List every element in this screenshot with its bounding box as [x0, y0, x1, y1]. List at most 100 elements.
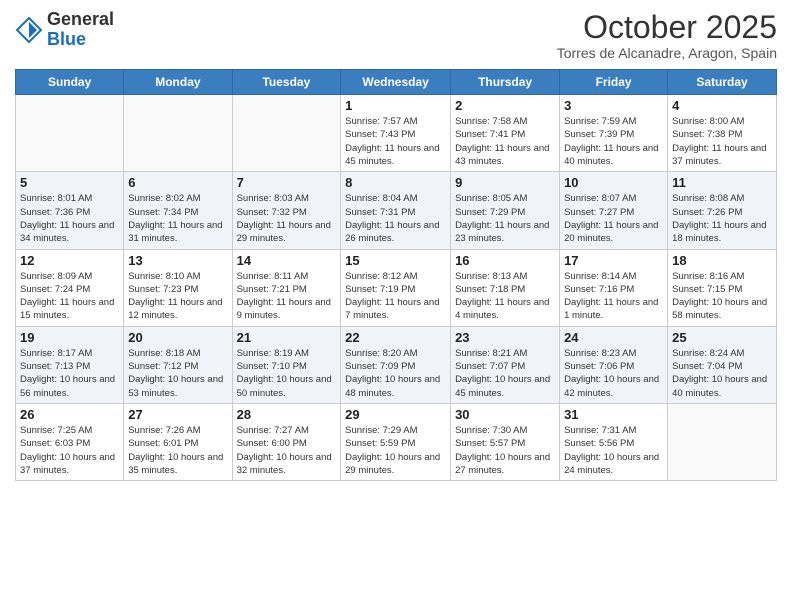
- day-info: Sunrise: 8:21 AM Sunset: 7:07 PM Dayligh…: [455, 347, 555, 400]
- day-number: 15: [345, 253, 446, 268]
- calendar-cell: 26Sunrise: 7:25 AM Sunset: 6:03 PM Dayli…: [16, 403, 124, 480]
- logo-text: General Blue: [47, 10, 114, 50]
- logo-blue: Blue: [47, 30, 114, 50]
- calendar-cell: 12 Sunrise: 8:09 AM Sunset: 7:24 PM Dayli…: [16, 249, 124, 326]
- day-number: 13: [128, 253, 227, 268]
- weekday-monday: Monday: [124, 70, 232, 95]
- day-number: 7: [237, 175, 337, 190]
- weekday-wednesday: Wednesday: [341, 70, 451, 95]
- calendar-cell: 9 Sunrise: 8:05 AM Sunset: 7:29 PM Daylig…: [451, 172, 560, 249]
- day-info: Sunrise: 7:30 AM Sunset: 5:57 PM Dayligh…: [455, 424, 555, 477]
- day-info: Sunrise: 7:59 AM Sunset: 7:39 PM Dayligh…: [564, 115, 663, 168]
- calendar: SundayMondayTuesdayWednesdayThursdayFrid…: [15, 69, 777, 481]
- day-info: Sunrise: 8:10 AM Sunset: 7:23 PM Dayligh…: [128, 270, 227, 323]
- day-number: 27: [128, 407, 227, 422]
- day-info: Sunrise: 8:01 AM Sunset: 7:36 PM Dayligh…: [20, 192, 119, 245]
- calendar-cell: 16 Sunrise: 8:13 AM Sunset: 7:18 PM Dayli…: [451, 249, 560, 326]
- day-info: Sunrise: 8:24 AM Sunset: 7:04 PM Dayligh…: [672, 347, 772, 400]
- day-info: Sunrise: 8:11 AM Sunset: 7:21 PM Dayligh…: [237, 270, 337, 323]
- calendar-cell: 18 Sunrise: 8:16 AM Sunset: 7:15 PM Dayli…: [668, 249, 777, 326]
- day-info: Sunrise: 7:26 AM Sunset: 6:01 PM Dayligh…: [128, 424, 227, 477]
- weekday-thursday: Thursday: [451, 70, 560, 95]
- calendar-cell: 11Sunrise: 8:08 AM Sunset: 7:26 PM Dayli…: [668, 172, 777, 249]
- calendar-cell: 1 Sunrise: 7:57 AM Sunset: 7:43 PM Daylig…: [341, 95, 451, 172]
- day-number: 30: [455, 407, 555, 422]
- calendar-cell: 27 Sunrise: 7:26 AM Sunset: 6:01 PM Dayli…: [124, 403, 232, 480]
- calendar-cell: 8 Sunrise: 8:04 AM Sunset: 7:31 PM Daylig…: [341, 172, 451, 249]
- week-row-1: 1 Sunrise: 7:57 AM Sunset: 7:43 PM Daylig…: [16, 95, 777, 172]
- day-number: 24: [564, 330, 663, 345]
- calendar-cell: 3Sunrise: 7:59 AM Sunset: 7:39 PM Daylig…: [560, 95, 668, 172]
- calendar-cell: 21Sunrise: 8:19 AM Sunset: 7:10 PM Dayli…: [232, 326, 341, 403]
- calendar-cell: 22 Sunrise: 8:20 AM Sunset: 7:09 PM Dayli…: [341, 326, 451, 403]
- calendar-cell: [232, 95, 341, 172]
- calendar-cell: 5 Sunrise: 8:01 AM Sunset: 7:36 PM Daylig…: [16, 172, 124, 249]
- calendar-cell: [668, 403, 777, 480]
- week-row-3: 12 Sunrise: 8:09 AM Sunset: 7:24 PM Dayli…: [16, 249, 777, 326]
- logo-general: General: [47, 10, 114, 30]
- day-number: 12: [20, 253, 119, 268]
- day-info: Sunrise: 8:03 AM Sunset: 7:32 PM Dayligh…: [237, 192, 337, 245]
- calendar-cell: 31 Sunrise: 7:31 AM Sunset: 5:56 PM Dayli…: [560, 403, 668, 480]
- day-info: Sunrise: 7:57 AM Sunset: 7:43 PM Dayligh…: [345, 115, 446, 168]
- day-info: Sunrise: 8:12 AM Sunset: 7:19 PM Dayligh…: [345, 270, 446, 323]
- week-row-5: 26Sunrise: 7:25 AM Sunset: 6:03 PM Dayli…: [16, 403, 777, 480]
- day-info: Sunrise: 8:13 AM Sunset: 7:18 PM Dayligh…: [455, 270, 555, 323]
- weekday-header-row: SundayMondayTuesdayWednesdayThursdayFrid…: [16, 70, 777, 95]
- calendar-cell: [124, 95, 232, 172]
- day-number: 8: [345, 175, 446, 190]
- day-number: 29: [345, 407, 446, 422]
- weekday-friday: Friday: [560, 70, 668, 95]
- day-number: 5: [20, 175, 119, 190]
- day-info: Sunrise: 8:19 AM Sunset: 7:10 PM Dayligh…: [237, 347, 337, 400]
- calendar-cell: 23Sunrise: 8:21 AM Sunset: 7:07 PM Dayli…: [451, 326, 560, 403]
- day-number: 31: [564, 407, 663, 422]
- week-row-4: 19Sunrise: 8:17 AM Sunset: 7:13 PM Dayli…: [16, 326, 777, 403]
- day-info: Sunrise: 8:20 AM Sunset: 7:09 PM Dayligh…: [345, 347, 446, 400]
- day-info: Sunrise: 7:29 AM Sunset: 5:59 PM Dayligh…: [345, 424, 446, 477]
- calendar-cell: 4 Sunrise: 8:00 AM Sunset: 7:38 PM Daylig…: [668, 95, 777, 172]
- day-info: Sunrise: 7:31 AM Sunset: 5:56 PM Dayligh…: [564, 424, 663, 477]
- day-info: Sunrise: 7:58 AM Sunset: 7:41 PM Dayligh…: [455, 115, 555, 168]
- day-info: Sunrise: 8:00 AM Sunset: 7:38 PM Dayligh…: [672, 115, 772, 168]
- calendar-cell: 15 Sunrise: 8:12 AM Sunset: 7:19 PM Dayli…: [341, 249, 451, 326]
- day-number: 2: [455, 98, 555, 113]
- day-info: Sunrise: 8:04 AM Sunset: 7:31 PM Dayligh…: [345, 192, 446, 245]
- day-info: Sunrise: 8:05 AM Sunset: 7:29 PM Dayligh…: [455, 192, 555, 245]
- calendar-cell: 29 Sunrise: 7:29 AM Sunset: 5:59 PM Dayli…: [341, 403, 451, 480]
- day-number: 10: [564, 175, 663, 190]
- calendar-cell: 28 Sunrise: 7:27 AM Sunset: 6:00 PM Dayli…: [232, 403, 341, 480]
- day-number: 11: [672, 175, 772, 190]
- weekday-sunday: Sunday: [16, 70, 124, 95]
- calendar-cell: 24 Sunrise: 8:23 AM Sunset: 7:06 PM Dayli…: [560, 326, 668, 403]
- day-number: 9: [455, 175, 555, 190]
- day-number: 25: [672, 330, 772, 345]
- day-number: 20: [128, 330, 227, 345]
- day-number: 4: [672, 98, 772, 113]
- day-info: Sunrise: 8:23 AM Sunset: 7:06 PM Dayligh…: [564, 347, 663, 400]
- day-number: 17: [564, 253, 663, 268]
- day-number: 26: [20, 407, 119, 422]
- day-number: 22: [345, 330, 446, 345]
- day-number: 6: [128, 175, 227, 190]
- calendar-cell: 13 Sunrise: 8:10 AM Sunset: 7:23 PM Dayli…: [124, 249, 232, 326]
- day-info: Sunrise: 8:16 AM Sunset: 7:15 PM Dayligh…: [672, 270, 772, 323]
- day-number: 19: [20, 330, 119, 345]
- calendar-cell: 7 Sunrise: 8:03 AM Sunset: 7:32 PM Daylig…: [232, 172, 341, 249]
- weekday-saturday: Saturday: [668, 70, 777, 95]
- calendar-cell: 30 Sunrise: 7:30 AM Sunset: 5:57 PM Dayli…: [451, 403, 560, 480]
- day-number: 16: [455, 253, 555, 268]
- day-number: 28: [237, 407, 337, 422]
- week-row-2: 5 Sunrise: 8:01 AM Sunset: 7:36 PM Daylig…: [16, 172, 777, 249]
- day-number: 14: [237, 253, 337, 268]
- day-number: 1: [345, 98, 446, 113]
- day-number: 18: [672, 253, 772, 268]
- calendar-cell: 20Sunrise: 8:18 AM Sunset: 7:12 PM Dayli…: [124, 326, 232, 403]
- location-title: Torres de Alcanadre, Aragon, Spain: [557, 45, 777, 61]
- page: General Blue October 2025 Torres de Alca…: [0, 0, 792, 612]
- calendar-cell: 17Sunrise: 8:14 AM Sunset: 7:16 PM Dayli…: [560, 249, 668, 326]
- day-info: Sunrise: 8:09 AM Sunset: 7:24 PM Dayligh…: [20, 270, 119, 323]
- day-info: Sunrise: 7:27 AM Sunset: 6:00 PM Dayligh…: [237, 424, 337, 477]
- day-info: Sunrise: 8:02 AM Sunset: 7:34 PM Dayligh…: [128, 192, 227, 245]
- month-title: October 2025: [557, 10, 777, 45]
